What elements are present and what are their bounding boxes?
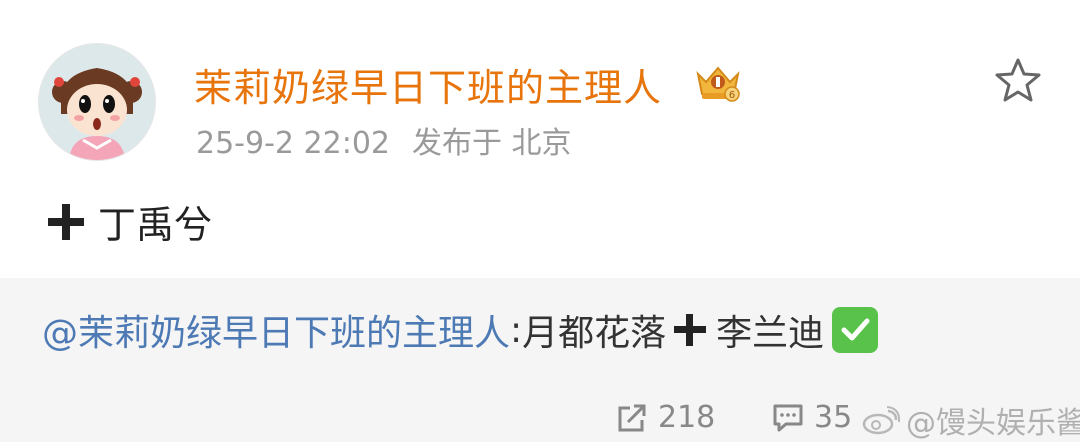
post-body-text: 丁禹兮 (98, 203, 213, 247)
username[interactable]: 茉莉奶绿早日下班的主理人 (194, 57, 662, 112)
post-location: 发布于 北京 (412, 126, 572, 161)
favorite-star-icon[interactable] (994, 57, 1042, 103)
plus-icon (674, 314, 707, 346)
watermark: @馒头娱乐酱 (862, 398, 1080, 442)
crown-badge-icon: 6 (696, 66, 740, 102)
post-timestamp: 25-9-2 22:02 (196, 126, 390, 161)
repost-mention[interactable]: @茉莉奶绿早日下班的主理人 (42, 304, 510, 356)
watermark-text: @馒头娱乐酱 (906, 406, 1080, 441)
check-mark-icon (832, 307, 879, 353)
repost-line: @茉莉奶绿早日下班的主理人: 月都花落 李兰迪 (42, 304, 879, 356)
avatar[interactable] (38, 43, 156, 161)
share-icon (618, 404, 646, 431)
svg-text:6: 6 (729, 90, 735, 101)
share-action[interactable]: 218 (616, 400, 715, 435)
post-meta: 25-9-2 22:02 发布于 北京 (196, 118, 572, 162)
share-count: 218 (658, 400, 716, 435)
post-body: 丁禹兮 (48, 194, 212, 249)
weibo-post: 茉莉奶绿早日下班的主理人 6 25-9-2 22:02 发布于 北京 丁禹兮 (0, 0, 1080, 278)
repost-text-before: 月都花落 (522, 313, 667, 354)
comment-action[interactable]: 35 (772, 400, 852, 435)
plus-icon (48, 203, 84, 240)
avatar-cartoon-girl-icon (39, 44, 155, 160)
weibo-logo-icon (862, 406, 900, 435)
repost-separator: : (510, 309, 523, 351)
repost-text-after: 李兰迪 (716, 313, 825, 354)
comment-count: 35 (814, 400, 853, 435)
comment-icon (773, 404, 803, 431)
